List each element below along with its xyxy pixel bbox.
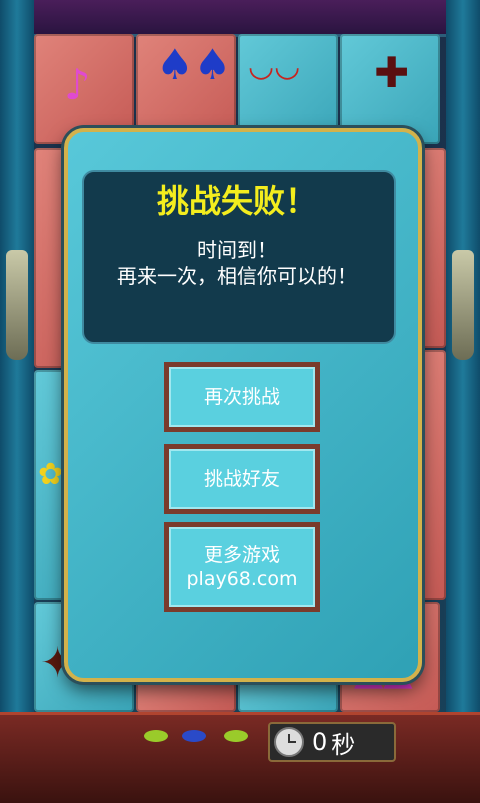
tassel-right <box>452 250 474 360</box>
message-line-2: 再来一次，相信你可以的！ <box>117 264 357 288</box>
challenge-friend-button-label: 挑战好友 <box>203 468 280 490</box>
cross-icon: ✚ <box>374 48 410 97</box>
retry-button[interactable]: 再次挑战 <box>164 362 320 432</box>
retry-button-label: 再次挑战 <box>203 386 280 408</box>
timer-value: 0 <box>312 728 328 756</box>
challenge-friend-button[interactable]: 挑战好友 <box>164 444 320 514</box>
flower-icon: ✿ <box>38 457 64 492</box>
timer: 0 秒 <box>268 722 396 762</box>
tulip-icon: ♠♠ <box>156 40 232 89</box>
gem-icon <box>182 730 206 742</box>
more-games-site-label: play68.com <box>186 568 298 590</box>
curtain-right <box>446 0 480 720</box>
tassel-left <box>6 250 28 360</box>
gem-icon <box>144 730 168 742</box>
curtain-top <box>0 0 480 37</box>
more-games-button-label: 更多游戏 <box>203 544 280 566</box>
note-icon: ♪ <box>64 60 91 109</box>
timer-unit: 秒 <box>331 730 356 759</box>
dialog-title: 挑战失败！ <box>156 182 317 220</box>
curtain-left <box>0 0 34 720</box>
message-line-1: 时间到！ <box>197 238 277 262</box>
more-games-button[interactable]: 更多游戏 play68.com <box>164 522 320 612</box>
lips-icon: ◡◡ <box>248 49 301 84</box>
stage <box>0 712 480 803</box>
gem-icon <box>224 730 248 742</box>
clock-icon <box>274 727 304 757</box>
